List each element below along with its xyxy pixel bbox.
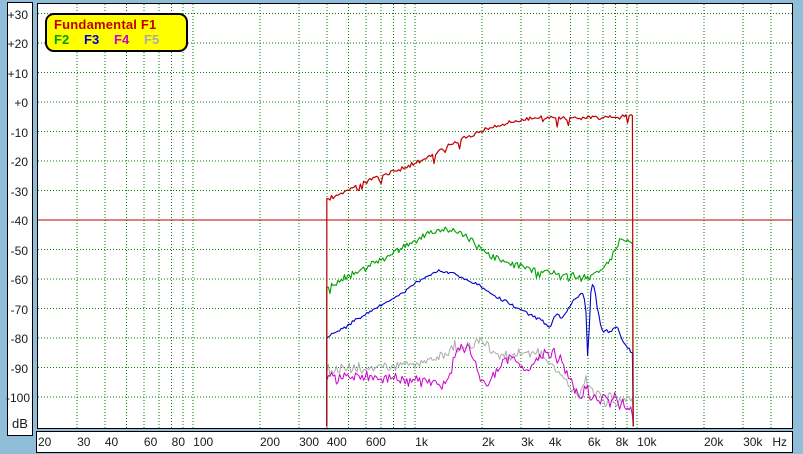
- y-tick-label--20: -20: [6, 156, 30, 168]
- legend-item-f5: F5: [144, 32, 174, 48]
- x-tick-label-4k: 4k: [549, 436, 562, 448]
- y-tick-label--70: -70: [6, 304, 30, 316]
- legend-item-f4: F4: [114, 32, 144, 48]
- screenshot-root: { "colors": { "background": "#90BDD8", "…: [0, 0, 803, 454]
- legend-item-f2: F2: [54, 32, 84, 48]
- x-tick-label-20k: 20k: [704, 436, 723, 448]
- x-tick-label-6k: 6k: [588, 436, 601, 448]
- y-tick-label--50: -50: [6, 245, 30, 257]
- x-tick-label-100: 100: [193, 436, 213, 448]
- legend-item-f3: F3: [84, 32, 114, 48]
- legend-harmonic-labels: F2F3F4F5: [54, 32, 186, 48]
- y-tick-label--60: -60: [6, 274, 30, 286]
- x-tick-label-3k: 3k: [521, 436, 534, 448]
- x-tick-label-20: 20: [38, 436, 51, 448]
- y-axis-unit-label: dB: [8, 417, 32, 430]
- x-tick-label-30k: 30k: [743, 436, 762, 448]
- y-tick-label-+0: +0: [6, 97, 30, 109]
- legend: Fundamental F1 F2F3F4F5: [45, 13, 188, 52]
- x-tick-label-8k: 8k: [616, 436, 629, 448]
- x-tick-label-30: 30: [77, 436, 90, 448]
- x-tick-label-1k: 1k: [415, 436, 428, 448]
- y-tick-label-+20: +20: [6, 38, 30, 50]
- y-tick-label--10: -10: [6, 127, 30, 139]
- plot-area: [37, 3, 793, 429]
- x-tick-label-400: 400: [327, 436, 347, 448]
- y-tick-label-+30: +30: [6, 9, 30, 21]
- x-tick-label-60: 60: [144, 436, 157, 448]
- x-tick-label-10k: 10k: [637, 436, 656, 448]
- x-tick-label-300: 300: [299, 436, 319, 448]
- x-tick-label-80: 80: [172, 436, 185, 448]
- x-axis-strip: Hz 20 30 40 60 80 100 200 300 400 600 1k 2k 3k 4k 6k 8k…: [36, 431, 793, 453]
- y-tick-label--100: -100: [6, 392, 30, 404]
- x-tick-label-40: 40: [105, 436, 118, 448]
- y-tick-label--30: -30: [6, 186, 30, 198]
- x-tick-label-2k: 2k: [482, 436, 495, 448]
- x-tick-label-600: 600: [366, 436, 386, 448]
- legend-title: Fundamental F1: [54, 17, 186, 32]
- x-tick-label-200: 200: [260, 436, 280, 448]
- y-tick-label--90: -90: [6, 363, 30, 375]
- x-axis-unit-label: Hz: [772, 436, 787, 448]
- y-tick-label--80: -80: [6, 333, 30, 345]
- y-tick-label-+10: +10: [6, 68, 30, 80]
- y-axis-strip: +30 +20 +10 +0 -10 -20 -30 -40 -50 -60 -70 -80 -90 -1…: [7, 2, 33, 436]
- y-tick-label--40: -40: [6, 215, 30, 227]
